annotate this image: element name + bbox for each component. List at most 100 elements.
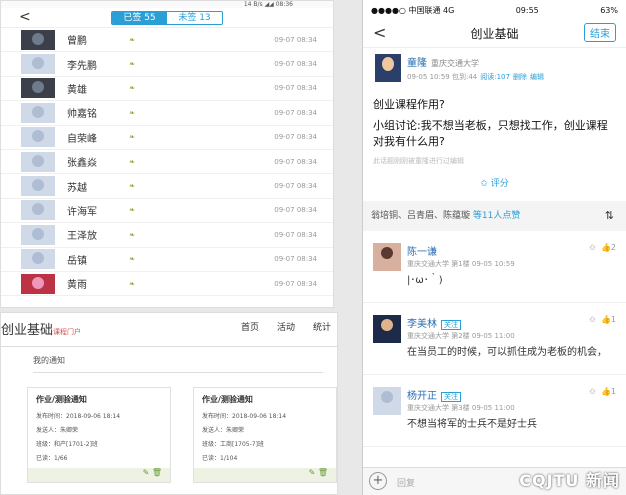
rate-icon: ✩ <box>480 179 488 189</box>
leaf-icon: ❧ <box>129 84 135 93</box>
like-icon[interactable]: 👍 <box>601 315 611 324</box>
list-header: < 已签 55 未签 13 <box>1 8 333 28</box>
list-item[interactable]: 王泽放 ❧ 09-07 08:34 <box>1 223 333 248</box>
sign-status-tabs: 已签 55 未签 13 <box>111 11 223 25</box>
tab-unsigned[interactable]: 未签 13 <box>167 12 222 24</box>
nav-home[interactable]: 首页 <box>241 320 259 333</box>
comment-actions: ✩ 👍1 <box>589 387 616 396</box>
follow-button[interactable]: 关注 <box>441 392 461 402</box>
sign-time: 09-07 08:34 <box>274 108 317 117</box>
reward-icon[interactable]: ✩ <box>589 315 596 324</box>
nav-stats[interactable]: 统计 <box>313 320 331 333</box>
notice-cards: 作业/测验通知 发布时间：2018-09-06 18:14 发送人：朱卿荣 班级… <box>27 387 337 483</box>
avatar <box>21 224 55 245</box>
sign-time: 09-07 08:34 <box>274 157 317 166</box>
trash-icon[interactable]: 🗑 <box>152 468 162 477</box>
list-item[interactable]: 岳镇 ❧ 09-07 08:34 <box>1 248 333 272</box>
reply-input[interactable]: 回复 <box>397 476 415 489</box>
nav-activity[interactable]: 活动 <box>277 320 295 333</box>
status-bar: ●●●●○ 中国联通 4G 09:55 63% <box>371 5 618 15</box>
avatar[interactable] <box>373 315 401 343</box>
student-name: 曾鹏 <box>67 36 87 48</box>
list-item[interactable]: 许海军 ❧ 09-07 08:34 <box>1 199 333 224</box>
edit-icon[interactable]: ✎ <box>309 468 316 477</box>
leaf-icon: ❧ <box>129 157 135 166</box>
leaf-icon: ❧ <box>129 182 135 191</box>
discussion-panel: ●●●●○ 中国联通 4G 09:55 63% < 创业基础 结束 童隆 重庆交通… <box>362 0 626 495</box>
sign-time: 09-07 08:34 <box>274 84 317 93</box>
list-item[interactable]: 帅嘉铭 ❧ 09-07 08:34 <box>1 101 333 126</box>
list-item[interactable]: 苏越 ❧ 09-07 08:34 <box>1 174 333 199</box>
list-item[interactable]: 自荣峰 ❧ 09-07 08:34 <box>1 126 333 150</box>
sign-in-list-panel: 14 B/s ◢◢ 08:36 < 已签 55 未签 13 曾鹏 ❧ 09-07 0… <box>0 0 334 308</box>
like-icon[interactable]: 👍 <box>601 387 611 396</box>
reward-icon[interactable]: ✩ <box>589 387 596 396</box>
leaf-icon: ❧ <box>129 108 135 117</box>
comment-item: 李美林 关注 重庆交通大学 第2楼 09-05 11:00 在当员工的时候，可以抓住成… <box>363 303 626 375</box>
sort-icon[interactable]: ⇅ <box>605 201 614 231</box>
tab-signed[interactable]: 已签 55 <box>112 12 167 24</box>
student-name: 苏越 <box>67 182 87 194</box>
student-name: 自荣峰 <box>67 133 97 145</box>
commenter-name[interactable]: 李美林 <box>407 319 437 330</box>
list-item[interactable]: 黄雄 ❧ 09-07 08:34 <box>1 77 333 102</box>
card-actions: ✎ 🗑 <box>28 468 170 482</box>
list-item[interactable]: 黄雨 ❧ 09-07 08:34 <box>1 272 333 297</box>
comment-text: 不想当将军的士兵不是好士兵 <box>407 419 537 430</box>
comment-actions: ✩ 👍2 <box>589 243 616 252</box>
notice-card[interactable]: 作业/测验通知 发布时间：2018-09-06 18:14 发送人：朱卿荣 班级… <box>27 387 171 483</box>
avatar[interactable] <box>373 243 401 271</box>
delete-link[interactable]: 删除 <box>513 73 527 81</box>
reward-icon[interactable]: ✩ <box>589 243 596 252</box>
card-actions: ✎ 🗑 <box>194 468 336 482</box>
sign-time: 09-07 08:34 <box>274 279 317 288</box>
sign-time: 09-07 08:34 <box>274 35 317 44</box>
list-item[interactable]: 张鑫焱 ❧ 09-07 08:34 <box>1 150 333 175</box>
back-icon[interactable]: < <box>19 9 31 25</box>
avatar <box>21 54 55 75</box>
student-name: 黄雨 <box>67 280 87 292</box>
portal-brand: 创业基础课程门户 <box>1 323 82 338</box>
like-icon[interactable]: 👍 <box>601 243 611 252</box>
leaf-icon: ❧ <box>129 35 135 44</box>
comment-list: 陈一谦 重庆交通大学 第1楼 09-05 10:59 |･ω･｀) ✩ 👍2 李美林 关注… <box>363 231 626 447</box>
edit-link[interactable]: 编辑 <box>530 73 544 81</box>
likes-bar: 翁培铜、吕青眉、陈蕴璇 等11人点赞 ⇅ <box>363 201 626 231</box>
portal-header: 创业基础课程门户 首页 活动 统计 <box>1 313 337 347</box>
commenter-name[interactable]: 陈一谦 <box>407 247 437 258</box>
list-item[interactable]: 李先鹏 ❧ 09-07 08:34 <box>1 52 333 77</box>
comment-meta: 重庆交通大学 第1楼 09-05 10:59 <box>407 260 515 268</box>
sign-time: 09-07 08:34 <box>274 60 317 69</box>
edit-icon[interactable]: ✎ <box>143 468 150 477</box>
student-name: 帅嘉铭 <box>67 109 97 121</box>
leaf-icon: ❧ <box>129 230 135 239</box>
leaf-icon: ❧ <box>129 279 135 288</box>
student-name: 李先鹏 <box>67 60 97 72</box>
sign-time: 09-07 08:34 <box>274 206 317 215</box>
likes-count-link[interactable]: 等11人点赞 <box>473 211 520 221</box>
student-name: 王泽放 <box>67 231 97 243</box>
sign-time: 09-07 08:34 <box>274 182 317 191</box>
topic-post: 童隆 重庆交通大学 09-05 10:59 包到:44 阅读:107 删除 编辑 创业课… <box>363 48 626 195</box>
list-item[interactable]: 曾鹏 ❧ 09-07 08:34 <box>1 28 333 53</box>
comment-meta: 重庆交通大学 第2楼 09-05 11:00 <box>407 332 515 340</box>
end-button[interactable]: 结束 <box>584 23 616 42</box>
avatar[interactable] <box>373 387 401 415</box>
plus-icon[interactable]: + <box>369 472 387 490</box>
rate-button[interactable]: ✩ 评分 <box>373 176 616 189</box>
commenter-name[interactable]: 杨开正 <box>407 391 437 402</box>
avatar[interactable] <box>375 54 401 82</box>
battery-indicator: 63% <box>600 5 618 15</box>
avatar <box>21 151 55 172</box>
course-portal-panel: 创业基础课程门户 首页 活动 统计 我的通知 作业/测验通知 发布时间：2018… <box>0 312 338 495</box>
trash-icon[interactable]: 🗑 <box>318 468 328 477</box>
follow-button[interactable]: 关注 <box>441 320 461 330</box>
notice-card[interactable]: 作业/测验通知 发布时间：2018-09-06 18:14 发送人：朱卿荣 班级… <box>193 387 337 483</box>
comment-item: 杨开正 关注 重庆交通大学 第3楼 09-05 11:00 不想当将军的士兵不是好士兵… <box>363 375 626 447</box>
avatar <box>21 127 55 148</box>
student-list: 曾鹏 ❧ 09-07 08:34 李先鹏 ❧ 09-07 08:34 黄雄 ❧ 09-07 08… <box>1 28 333 297</box>
notice-title: 我的通知 <box>33 355 323 373</box>
avatar <box>21 249 55 270</box>
author-name[interactable]: 童隆 <box>407 58 427 69</box>
post-meta: 09-05 10:59 包到:44 阅读:107 删除 编辑 <box>407 73 544 81</box>
